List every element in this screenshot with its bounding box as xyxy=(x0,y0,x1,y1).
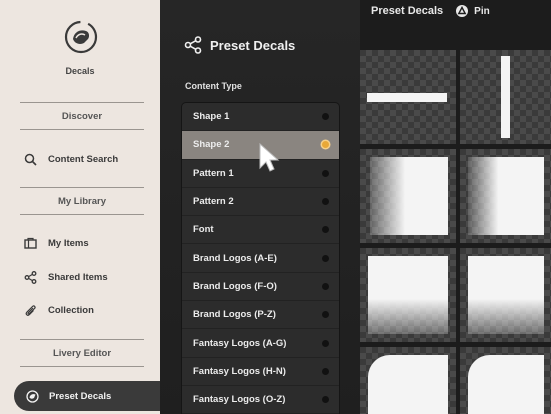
nav-collection-label: Collection xyxy=(48,304,94,316)
app-title: Decals xyxy=(65,66,95,76)
decal-tile[interactable] xyxy=(360,149,456,243)
list-item-label: Brand Logos (A-E) xyxy=(193,252,277,264)
list-item[interactable]: Pattern 2 xyxy=(182,188,339,217)
search-icon xyxy=(24,153,37,166)
list-item[interactable]: Shape 1 xyxy=(182,103,339,132)
pin-button[interactable]: Pin xyxy=(456,5,490,17)
rounded-corner-decal xyxy=(368,355,448,414)
list-item-label: Fantasy Logos (O-Z) xyxy=(193,394,286,406)
decal-tile[interactable] xyxy=(360,248,456,342)
decal-icon xyxy=(26,389,39,403)
section-my-library[interactable]: My Library xyxy=(20,187,144,215)
preset-decals-grid: Preset Decals Pin xyxy=(360,0,551,414)
section-discover[interactable]: Discover xyxy=(20,102,144,130)
list-item-label: Pattern 1 xyxy=(193,167,234,179)
decal-tile[interactable] xyxy=(360,50,456,144)
list-item-label: Shape 1 xyxy=(193,111,230,123)
list-item[interactable]: Fantasy Logos (A-G) xyxy=(182,329,339,358)
list-item[interactable]: Brand Logos (A-E) xyxy=(182,244,339,273)
decal-tile[interactable] xyxy=(460,347,551,414)
horizontal-bar-decal xyxy=(367,93,447,102)
radio-dot-icon xyxy=(322,169,329,177)
list-item-label: Brand Logos (F-O) xyxy=(193,280,277,292)
list-item-label: Font xyxy=(193,224,214,236)
radio-dot-icon xyxy=(322,339,329,347)
nav-content-search[interactable]: Content Search xyxy=(24,149,118,169)
radio-dot-icon xyxy=(322,113,329,121)
square-gradient-decal xyxy=(368,256,448,334)
list-item-label: Pattern 2 xyxy=(193,196,234,208)
panel-title: Preset Decals xyxy=(184,36,295,54)
pin-icon xyxy=(456,5,469,17)
share-icon xyxy=(184,36,202,54)
decal-tile[interactable] xyxy=(460,50,551,144)
nav-preset-decals[interactable]: Preset Decals xyxy=(14,381,160,411)
list-item-label: Brand Logos (P-Z) xyxy=(193,309,276,321)
share-icon xyxy=(24,270,37,284)
nav-shared-items-label: Shared Items xyxy=(48,271,108,283)
section-livery-editor[interactable]: Livery Editor xyxy=(20,339,144,367)
nav-collection[interactable]: Collection xyxy=(24,300,94,320)
list-item[interactable]: Brand Logos (F-O) xyxy=(182,273,339,302)
vertical-bar-decal xyxy=(501,56,510,138)
list-item-label: Shape 2 xyxy=(193,139,230,151)
pin-label: Pin xyxy=(474,5,490,17)
radio-dot-icon xyxy=(322,254,329,262)
list-item-label: Fantasy Logos (A-G) xyxy=(193,337,287,349)
nav-content-search-label: Content Search xyxy=(48,153,119,165)
radio-dot-icon xyxy=(322,141,329,149)
decal-logo-icon xyxy=(64,20,98,54)
radio-dot-icon xyxy=(322,198,329,206)
nav-preset-decals-label: Preset Decals xyxy=(49,390,112,402)
list-item-label: Fantasy Logos (H-N) xyxy=(193,365,286,377)
sidebar: Decals Discover Content Search My Librar… xyxy=(0,0,160,414)
decal-tile[interactable] xyxy=(460,248,551,342)
grid-header: Preset Decals Pin xyxy=(360,0,551,44)
square-gradient-decal xyxy=(370,157,448,235)
list-item[interactable]: Brand Logos (P-Z) xyxy=(182,301,339,330)
content-type-panel: Preset Decals Content Type Shape 1 Shape… xyxy=(160,0,360,414)
nav-my-items[interactable]: My Items xyxy=(24,233,89,253)
radio-dot-icon xyxy=(322,282,329,290)
radio-dot-icon xyxy=(322,367,329,375)
square-gradient-decal xyxy=(468,256,544,334)
list-item[interactable]: Font xyxy=(182,216,339,245)
radio-dot-icon xyxy=(322,396,329,404)
folder-icon xyxy=(24,237,37,249)
list-item[interactable]: Fantasy Logos (O-Z) xyxy=(182,386,339,414)
radio-dot-icon xyxy=(322,226,329,234)
panel-title-text: Preset Decals xyxy=(210,37,296,53)
square-gradient-decal xyxy=(468,157,544,235)
content-type-label: Content Type xyxy=(185,81,242,91)
grid-title: Preset Decals xyxy=(371,5,444,17)
nav-my-items-label: My Items xyxy=(48,237,89,249)
decal-tile[interactable] xyxy=(360,347,456,414)
list-item[interactable]: Fantasy Logos (H-N) xyxy=(182,358,339,386)
decal-tile[interactable] xyxy=(460,149,551,243)
nav-shared-items[interactable]: Shared Items xyxy=(24,267,108,287)
rounded-corner-decal xyxy=(468,355,544,414)
mouse-pointer-icon xyxy=(259,142,280,172)
radio-dot-icon xyxy=(322,311,329,319)
paperclip-icon xyxy=(25,304,36,316)
